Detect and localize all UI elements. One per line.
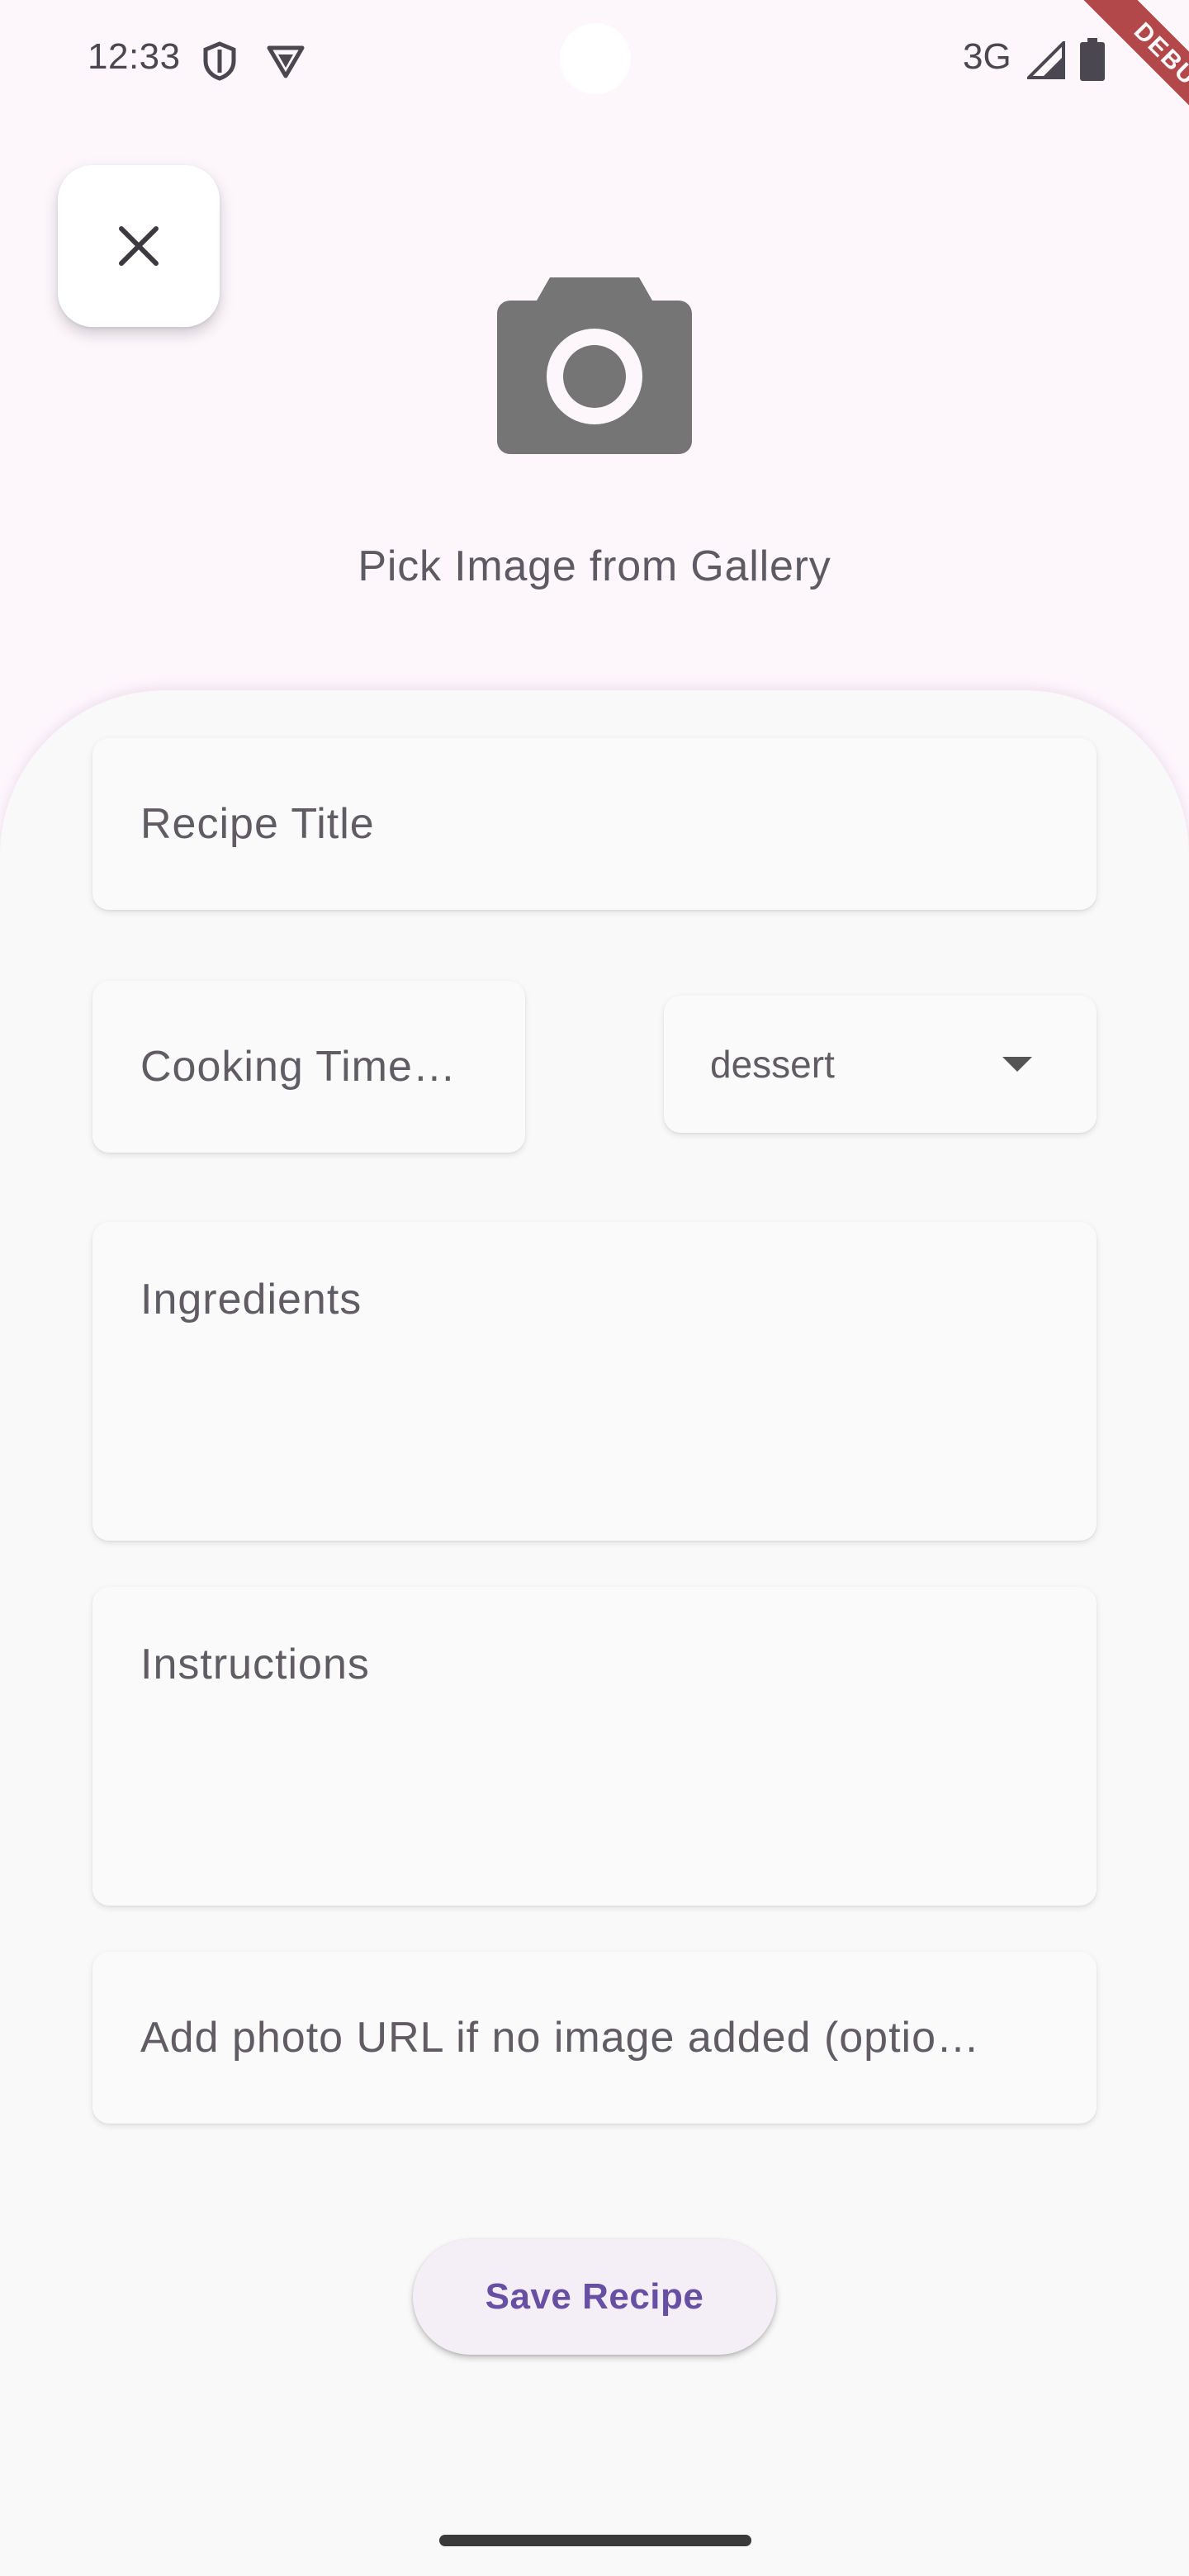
- recipe-title-field[interactable]: Recipe Title: [92, 738, 1097, 910]
- arrow-drop-down-icon: [1002, 1057, 1032, 1072]
- cooking-time-field[interactable]: Cooking Time…: [92, 981, 525, 1153]
- photo-url-field[interactable]: Add photo URL if no image added (optio…: [92, 1952, 1097, 2124]
- status-bar: 12:33 3G DEBUG: [0, 0, 1189, 169]
- save-recipe-button[interactable]: Save Recipe: [413, 2239, 776, 2355]
- debug-banner: DEBUG: [1007, 0, 1189, 182]
- close-button[interactable]: [58, 165, 220, 327]
- vpn-icon: [267, 45, 305, 78]
- debug-label: DEBUG: [1065, 0, 1189, 169]
- recipe-title-placeholder: Recipe Title: [140, 800, 375, 848]
- ingredients-placeholder: Ingredients: [140, 1276, 362, 1324]
- status-time: 12:33: [88, 36, 181, 77]
- ingredients-field[interactable]: Ingredients: [92, 1222, 1097, 1541]
- pick-image-label[interactable]: Pick Image from Gallery: [0, 542, 1189, 591]
- shield-icon: [203, 41, 236, 81]
- home-indicator[interactable]: [439, 2535, 751, 2546]
- close-icon: [119, 226, 159, 266]
- front-camera: [560, 23, 631, 94]
- category-dropdown[interactable]: dessert: [664, 996, 1097, 1133]
- instructions-placeholder: Instructions: [140, 1641, 370, 1688]
- photo-url-placeholder: Add photo URL if no image added (optio…: [140, 2014, 981, 2062]
- camera-icon[interactable]: [497, 277, 692, 454]
- cooking-time-placeholder: Cooking Time…: [140, 1043, 457, 1091]
- category-selected: dessert: [710, 1043, 835, 1086]
- network-type: 3G: [963, 36, 1011, 77]
- instructions-field[interactable]: Instructions: [92, 1587, 1097, 1906]
